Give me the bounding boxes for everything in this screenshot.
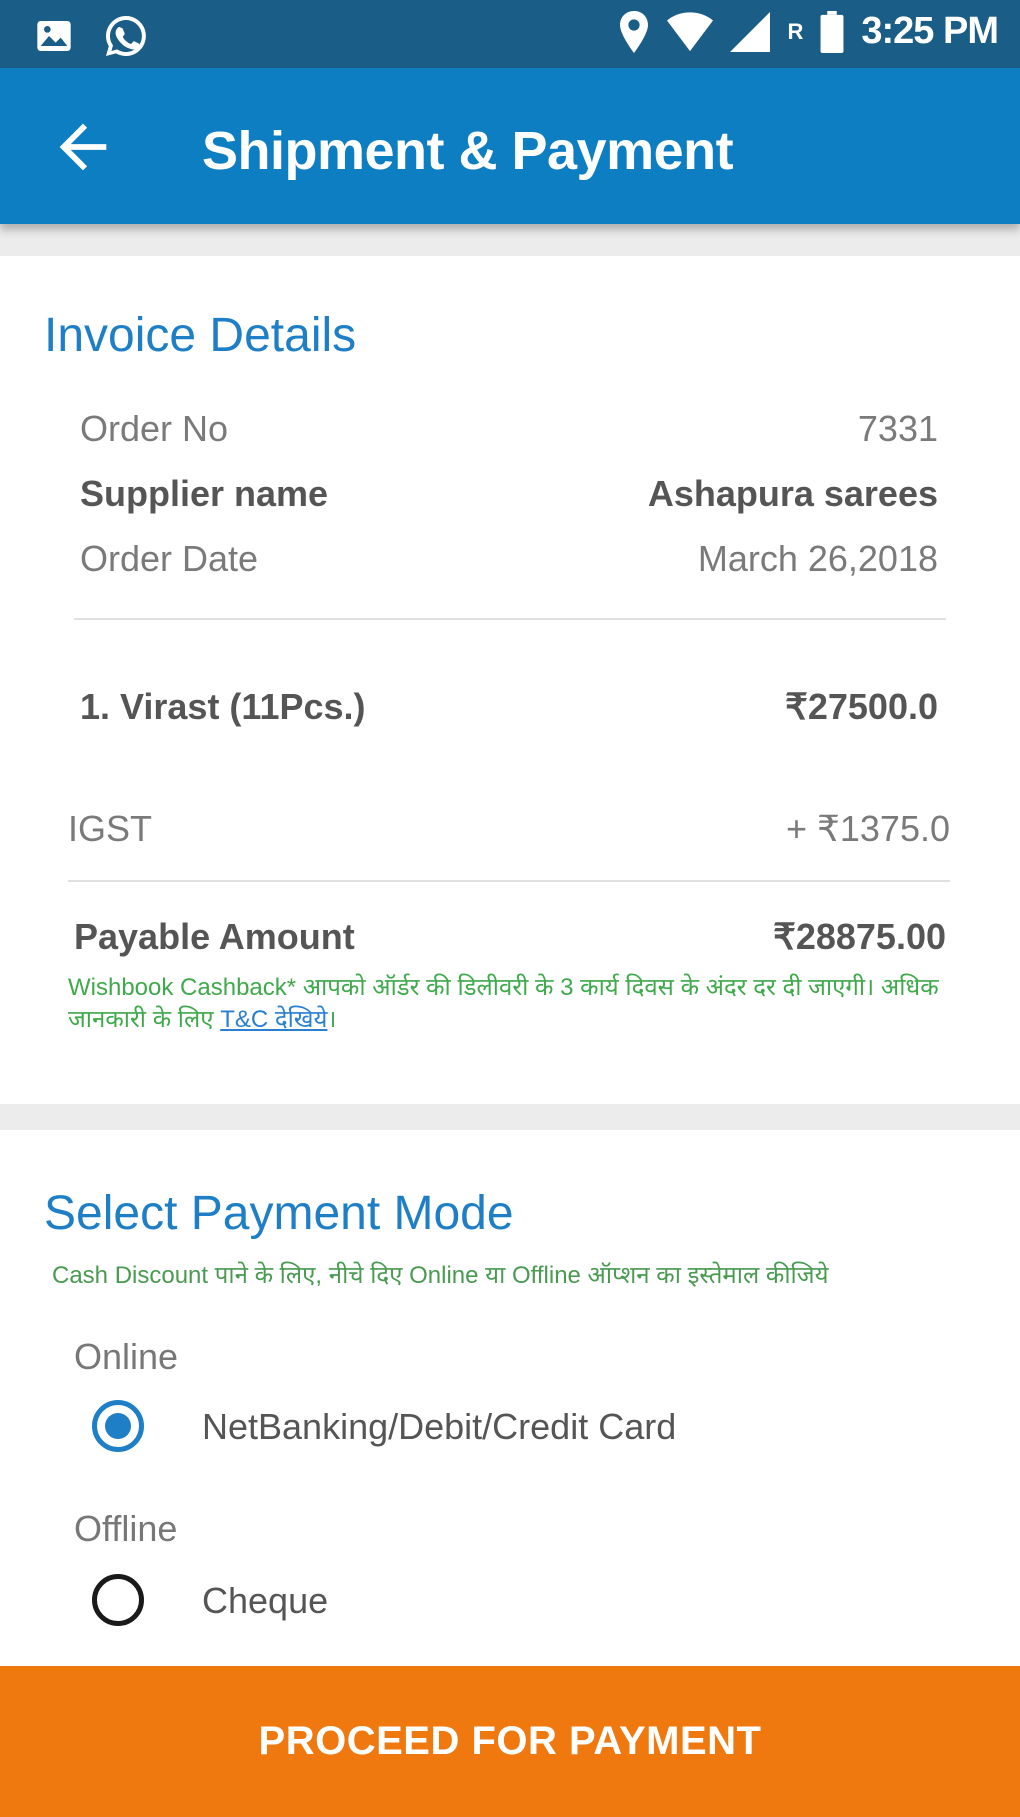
proceed-for-payment-button[interactable]: PROCEED FOR PAYMENT: [0, 1666, 1020, 1817]
arrow-left-icon[interactable]: [48, 112, 118, 182]
order-no-value: 7331: [857, 408, 938, 449]
order-date-label: Order Date: [80, 538, 259, 579]
cash-discount-note: Cash Discount पाने के लिए, नीचे दिए Onli…: [52, 1262, 829, 1289]
battery-icon: [820, 10, 844, 53]
item-row: 1. Virast (11Pcs.) ₹27500.0: [80, 686, 938, 728]
cashback-note: Wishbook Cashback* आपको ऑर्डर की डिलीवरी…: [68, 972, 948, 1036]
app-bar: Shipment & Payment: [0, 68, 1020, 224]
cheque-radio[interactable]: [92, 1574, 144, 1626]
cashback-note-text: Wishbook Cashback* आपको ऑर्डर की डिलीवरी…: [68, 974, 939, 1033]
divider: [74, 618, 946, 620]
cheque-option-label[interactable]: Cheque: [202, 1580, 328, 1622]
offline-header: Offline: [74, 1508, 178, 1549]
item-value: ₹27500.0: [784, 686, 938, 727]
payable-label: Payable Amount: [74, 916, 355, 957]
page-title: Shipment & Payment: [202, 121, 734, 181]
payment-section-title: Select Payment Mode: [44, 1187, 514, 1240]
igst-label: IGST: [68, 808, 153, 849]
supplier-label: Supplier name: [80, 473, 329, 514]
igst-row: IGST + ₹1375.0: [68, 808, 950, 850]
netbanking-option-label[interactable]: NetBanking/Debit/Credit Card: [202, 1406, 676, 1448]
invoice-card: Invoice Details Order No 7331 Supplier n…: [0, 256, 1020, 1104]
status-time: 3:25 PM: [861, 10, 999, 52]
online-header: Online: [74, 1336, 179, 1377]
order-date-row: Order Date March 26,2018: [80, 538, 938, 580]
carrier-badge: R: [787, 18, 804, 44]
payable-value: ₹28875.00: [772, 916, 946, 957]
igst-value: + ₹1375.0: [785, 808, 950, 849]
supplier-value: Ashapura sarees: [647, 473, 938, 514]
divider: [68, 880, 950, 882]
supplier-row: Supplier name Ashapura sarees: [80, 473, 938, 515]
order-no-label: Order No: [80, 408, 229, 449]
signal-icon: [730, 11, 771, 52]
order-date-value: March 26,2018: [697, 538, 938, 579]
item-label: 1. Virast (11Pcs.): [80, 686, 366, 727]
cashback-note-end: ।: [327, 1006, 337, 1033]
invoice-section-title: Invoice Details: [44, 309, 357, 362]
payment-mode-card: Select Payment Mode Cash Discount पाने क…: [0, 1130, 1020, 1666]
image-icon: [37, 21, 71, 51]
location-icon: [620, 10, 649, 53]
whatsapp-icon: [106, 16, 146, 56]
wifi-icon: [667, 11, 714, 51]
tnc-link[interactable]: T&C देखिये: [220, 1006, 327, 1033]
status-bar: R 3:25 PM: [0, 0, 1020, 68]
order-no-row: Order No 7331: [80, 408, 938, 450]
online-radio[interactable]: [92, 1400, 144, 1452]
payable-row: Payable Amount ₹28875.00: [74, 916, 946, 958]
